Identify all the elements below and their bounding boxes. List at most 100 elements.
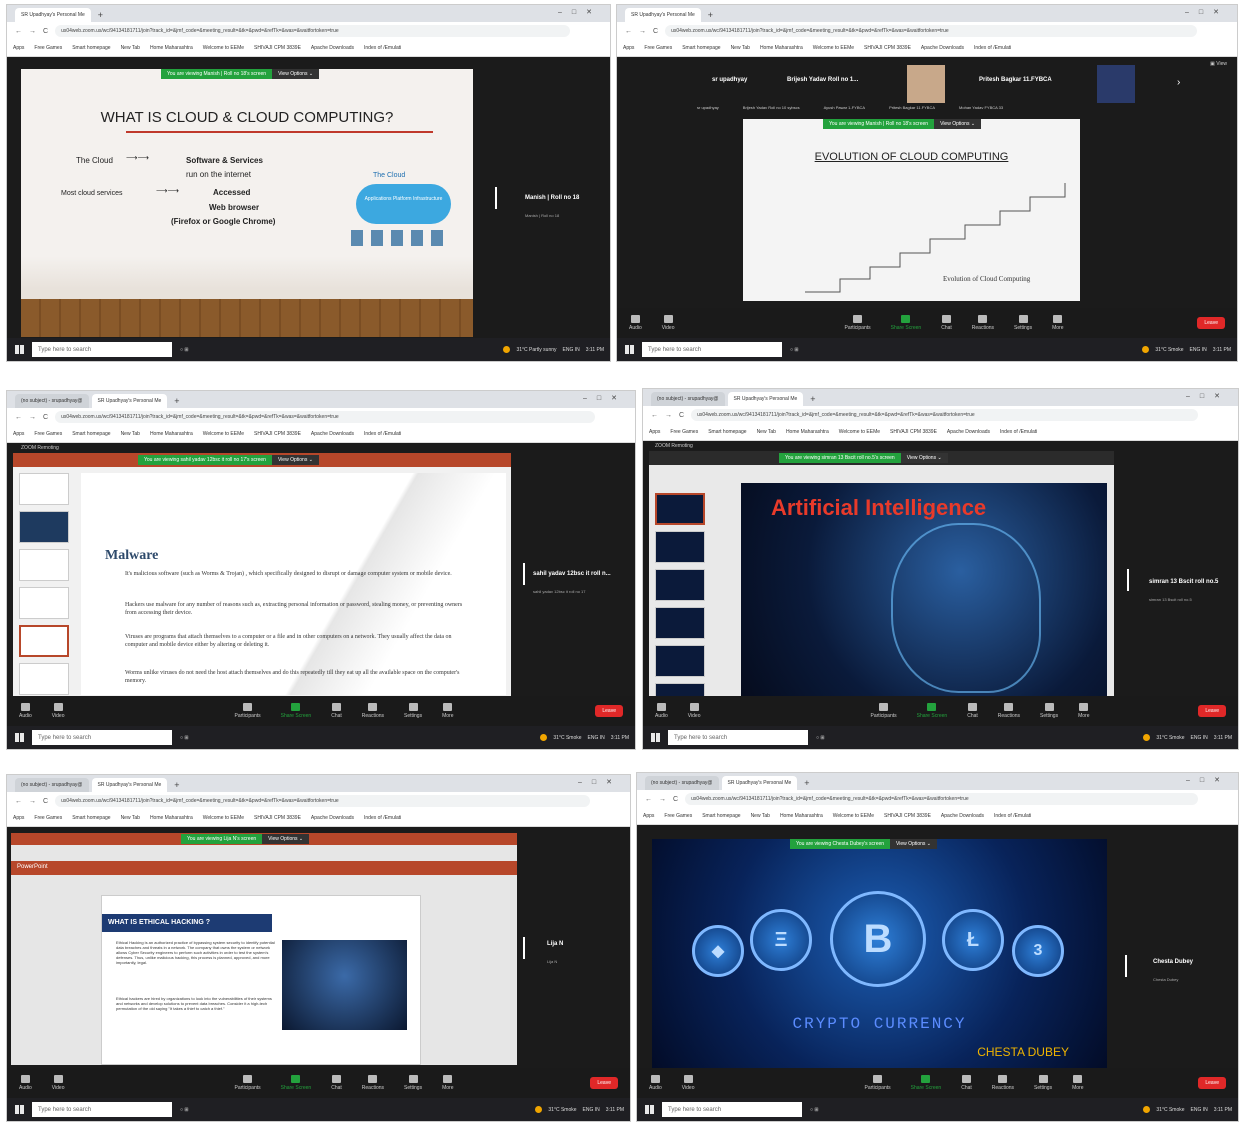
settings-button[interactable]: Settings — [1034, 1075, 1052, 1091]
video-button[interactable]: Video — [662, 315, 675, 331]
forward-icon[interactable]: → — [639, 28, 646, 35]
slide-thumbnail[interactable] — [19, 587, 69, 619]
bookmark[interactable]: Home Maharashtra — [786, 429, 829, 435]
bookmark[interactable]: Free Games — [34, 45, 62, 51]
browser-tab[interactable]: SR Upadhyay's Personal Me — [625, 8, 701, 22]
reload-icon[interactable]: C — [653, 28, 658, 35]
bookmark[interactable]: New Tab — [731, 45, 750, 51]
bookmark[interactable]: Free Games — [670, 429, 698, 435]
slide-thumbnail[interactable] — [655, 645, 705, 677]
browser-tab[interactable]: SR Upadhyay's Personal Me — [91, 394, 168, 408]
bookmark[interactable]: Apache Downloads — [947, 429, 990, 435]
settings-button[interactable]: Settings — [404, 703, 422, 719]
slide-thumbnail-active[interactable] — [19, 625, 69, 657]
back-icon[interactable]: ← — [15, 414, 22, 421]
browser-tab[interactable]: (no subject) - srupadhyay@ — [15, 778, 89, 792]
back-icon[interactable]: ← — [15, 28, 22, 35]
bookmark[interactable]: Welcome to EEMe — [203, 45, 244, 51]
participant-tile[interactable]: Chesta Dubey Chesta Dubey — [1153, 959, 1193, 982]
windows-start-icon[interactable] — [625, 345, 634, 354]
video-button[interactable]: Video — [52, 1075, 65, 1091]
bookmark[interactable]: New Tab — [757, 429, 776, 435]
reload-icon[interactable]: C — [679, 412, 684, 419]
new-tab-icon[interactable]: + — [708, 8, 713, 22]
task-view-icon[interactable]: ○ ⊞ — [790, 347, 799, 353]
window-controls[interactable]: –□✕ — [578, 778, 622, 786]
back-icon[interactable]: ← — [651, 412, 658, 419]
new-tab-icon[interactable]: + — [810, 392, 815, 406]
bookmark[interactable]: New Tab — [121, 45, 140, 51]
browser-tab[interactable]: (no subject) - srupadhyay@ — [15, 394, 89, 408]
bookmark[interactable]: Home Maharashtra — [760, 45, 803, 51]
more-button[interactable]: More — [442, 1075, 453, 1091]
bookmark[interactable]: Index of /Emulati — [974, 45, 1011, 51]
slide-thumbnail[interactable] — [655, 607, 705, 639]
chat-button[interactable]: Chat — [967, 703, 978, 719]
more-button[interactable]: More — [1052, 315, 1063, 331]
new-tab-icon[interactable]: + — [804, 776, 809, 790]
new-tab-icon[interactable]: + — [174, 394, 179, 408]
new-tab-icon[interactable]: + — [98, 8, 103, 22]
bookmark[interactable]: SHIVAJI CPM 3839E — [254, 815, 301, 821]
share-screen-button[interactable]: Share Screen — [911, 1075, 941, 1091]
windows-start-icon[interactable] — [15, 345, 24, 354]
bookmark[interactable]: Apache Downloads — [921, 45, 964, 51]
bookmark[interactable]: Smart homepage — [682, 45, 720, 51]
forward-icon[interactable]: → — [29, 28, 36, 35]
participant-tile[interactable]: simran 13 Bscit roll no.5 simran 13 Bscit… — [1149, 579, 1218, 602]
bookmark[interactable]: SHIVAJI CPM 3839E — [254, 45, 301, 51]
window-controls[interactable]: –□✕ — [1185, 8, 1229, 16]
bookmark[interactable]: Smart homepage — [72, 431, 110, 437]
participants-button[interactable]: Participants — [845, 315, 871, 331]
address-bar[interactable]: us04web.zoom.us/wc/94134181711/join?trac… — [685, 793, 1198, 805]
participants-button[interactable]: Participants — [235, 1075, 261, 1091]
settings-button[interactable]: Settings — [1040, 703, 1058, 719]
settings-button[interactable]: Settings — [404, 1075, 422, 1091]
window-controls[interactable]: –□✕ — [558, 8, 602, 16]
participant-tile[interactable]: Lija N Lija N — [547, 941, 563, 964]
audio-button[interactable]: Audio — [19, 1075, 32, 1091]
bookmark[interactable]: Index of /Emulati — [994, 813, 1031, 819]
view-options-button[interactable]: View Options ⌄ — [262, 834, 310, 844]
bookmark[interactable]: Welcome to EEMe — [813, 45, 854, 51]
task-view-icon[interactable]: ○ ⊞ — [810, 1107, 819, 1113]
browser-tab[interactable]: (no subject) - srupadhyay@ — [651, 392, 725, 406]
bookmark[interactable]: Index of /Emulati — [364, 815, 401, 821]
audio-button[interactable]: Audio — [649, 1075, 662, 1091]
bookmark[interactable]: Apps — [649, 429, 660, 435]
bookmark[interactable]: SHIVAJI CPM 3839E — [254, 431, 301, 437]
bookmark[interactable]: Apache Downloads — [311, 431, 354, 437]
task-view-icon[interactable]: ○ ⊞ — [180, 735, 189, 741]
bookmark[interactable]: Index of /Emulati — [1000, 429, 1037, 435]
participant-tile[interactable]: Pritesh Bagkar 11.FYBCA — [979, 77, 1052, 83]
windows-start-icon[interactable] — [15, 1105, 24, 1114]
slide-thumbnail[interactable] — [19, 663, 69, 695]
leave-button[interactable]: Leave — [595, 705, 623, 717]
slide-thumbnail[interactable] — [655, 569, 705, 601]
bookmark[interactable]: Welcome to EEMe — [203, 815, 244, 821]
bookmark[interactable]: Apache Downloads — [311, 45, 354, 51]
leave-button[interactable]: Leave — [1197, 317, 1225, 329]
window-controls[interactable]: –□✕ — [1186, 776, 1230, 784]
bookmark[interactable]: Free Games — [644, 45, 672, 51]
slide-thumbnail[interactable] — [19, 511, 69, 543]
participant-tile[interactable]: sahil yadav 12bsc it roll n... sahil yada… — [533, 571, 611, 594]
bookmark[interactable]: SHIVAJI CPM 3839E — [864, 45, 911, 51]
bookmark[interactable]: Smart homepage — [702, 813, 740, 819]
window-controls[interactable]: –□✕ — [1186, 392, 1230, 400]
audio-button[interactable]: Audio — [19, 703, 32, 719]
address-bar[interactable]: us04web.zoom.us/wc/94134181711/join?trac… — [55, 411, 595, 423]
bookmark[interactable]: Home Maharashtra — [150, 815, 193, 821]
forward-icon[interactable]: → — [29, 798, 36, 805]
browser-tab[interactable]: (no subject) - srupadhyay@ — [645, 776, 719, 790]
share-screen-button[interactable]: Share Screen — [917, 703, 947, 719]
next-arrow-icon[interactable]: › — [1177, 77, 1180, 88]
bookmark[interactable]: Index of /Emulati — [364, 45, 401, 51]
audio-button[interactable]: Audio — [629, 315, 642, 331]
chat-button[interactable]: Chat — [331, 1075, 342, 1091]
reactions-button[interactable]: Reactions — [972, 315, 994, 331]
address-bar[interactable]: us04web.zoom.us/wc/94134181711/join?trac… — [691, 409, 1198, 421]
bookmark[interactable]: Apache Downloads — [311, 815, 354, 821]
bookmark[interactable]: Smart homepage — [708, 429, 746, 435]
reactions-button[interactable]: Reactions — [992, 1075, 1014, 1091]
